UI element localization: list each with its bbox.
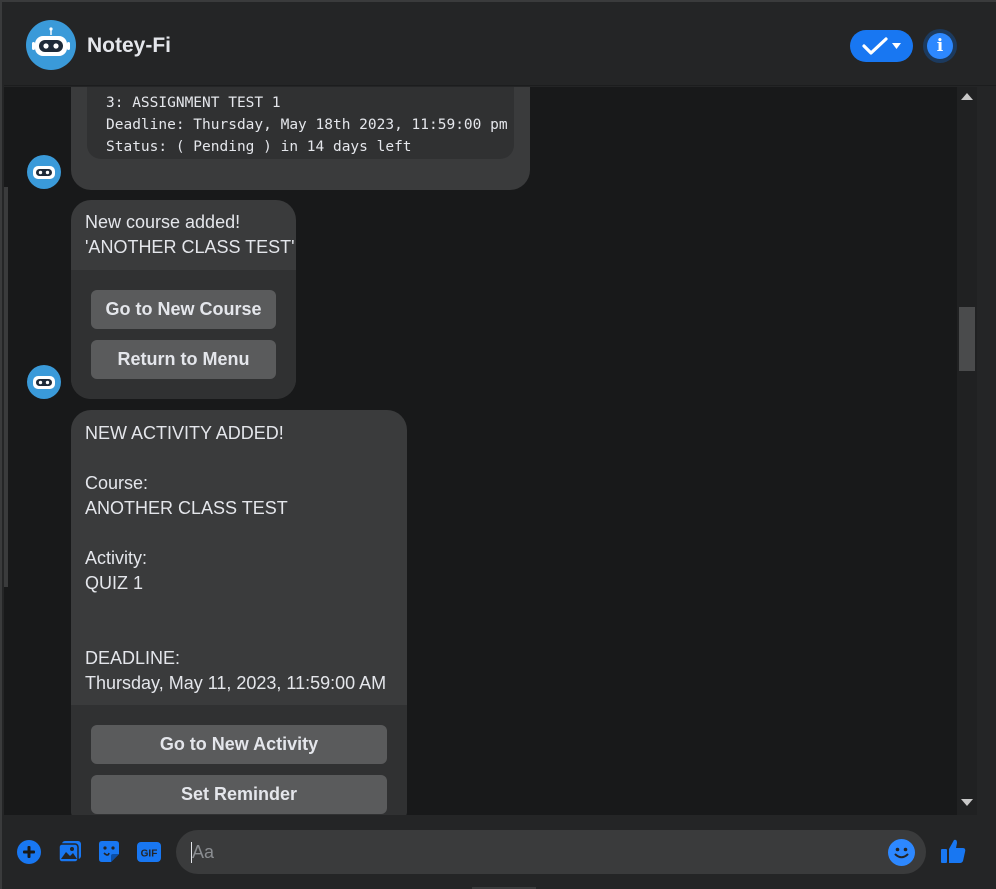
image-icon[interactable]	[57, 839, 83, 865]
svg-text:GIF: GIF	[141, 849, 158, 860]
go-to-new-course-button[interactable]: Go to New Course	[91, 290, 276, 329]
message-input[interactable]	[192, 830, 882, 874]
checkmark-icon	[862, 37, 888, 55]
robot-avatar-icon[interactable]	[26, 20, 76, 70]
scroll-thumb[interactable]	[959, 307, 975, 371]
bot-avatar-icon	[27, 155, 61, 189]
chat-title: Notey-Fi	[87, 34, 171, 57]
message-line: Deadline: Thursday, May 18th 2023, 11:59…	[106, 117, 508, 133]
message-line: 3: ASSIGNMENT TEST 1	[106, 95, 281, 111]
message-bubble-upcoming-list: 3: ASSIGNMENT TEST 1 Deadline: Thursday,…	[71, 87, 530, 190]
chat-header: Notey-Fi i	[4, 4, 996, 86]
gif-icon[interactable]: GIF	[136, 839, 162, 865]
thumbs-up-icon[interactable]	[939, 837, 967, 865]
quick-reply-area: Go to New Course Return to Menu	[71, 270, 296, 399]
message-line: ANOTHER CLASS TEST	[85, 498, 288, 518]
message-line: Activity:	[85, 548, 148, 568]
left-edge-divider	[4, 187, 8, 587]
status-dropdown-button[interactable]	[850, 30, 913, 62]
composer-bar: GIF	[4, 815, 996, 889]
message-line: Thursday, May 11, 2023, 11:59:00 AM	[85, 673, 387, 693]
plus-icon[interactable]	[16, 839, 42, 865]
go-to-new-activity-button[interactable]: Go to New Activity	[91, 725, 387, 764]
messenger-window: Notey-Fi i 3: ASSIGNMENT TEST 1 Deadline…	[0, 0, 996, 889]
message-line: Course:	[85, 473, 149, 493]
sticker-icon[interactable]	[96, 839, 122, 865]
chevron-down-icon	[892, 43, 901, 49]
scroll-up-arrow-icon[interactable]	[961, 93, 973, 100]
message-bubble-course-added: New course added! 'ANOTHER CLASS TEST' G…	[71, 200, 296, 399]
message-line: NEW ACTIVITY ADDED!	[85, 423, 284, 443]
chat-scrollbar[interactable]	[957, 87, 977, 815]
emoji-icon[interactable]	[888, 839, 915, 866]
quick-reply-area: Go to New Activity Set Reminder	[71, 705, 407, 815]
return-to-menu-button[interactable]: Return to Menu	[91, 340, 276, 379]
set-reminder-button[interactable]: Set Reminder	[91, 775, 387, 814]
message-line: New course added!	[85, 212, 241, 232]
message-line: 'ANOTHER CLASS TEST'	[85, 237, 295, 257]
message-line: QUIZ 1	[85, 573, 144, 593]
message-line: DEADLINE:	[85, 648, 181, 668]
message-line: Status: ( Pending ) in 14 days left	[106, 139, 412, 155]
code-block: 3: ASSIGNMENT TEST 1 Deadline: Thursday,…	[87, 87, 514, 159]
scroll-down-arrow-icon[interactable]	[961, 799, 973, 806]
info-icon: i	[927, 33, 953, 59]
info-button[interactable]: i	[923, 29, 957, 63]
message-list[interactable]: 3: ASSIGNMENT TEST 1 Deadline: Thursday,…	[4, 87, 957, 815]
message-bubble-activity-added: NEW ACTIVITY ADDED! Course: ANOTHER CLAS…	[71, 410, 407, 815]
message-input-field[interactable]	[176, 830, 926, 874]
bot-avatar-icon	[27, 365, 61, 399]
